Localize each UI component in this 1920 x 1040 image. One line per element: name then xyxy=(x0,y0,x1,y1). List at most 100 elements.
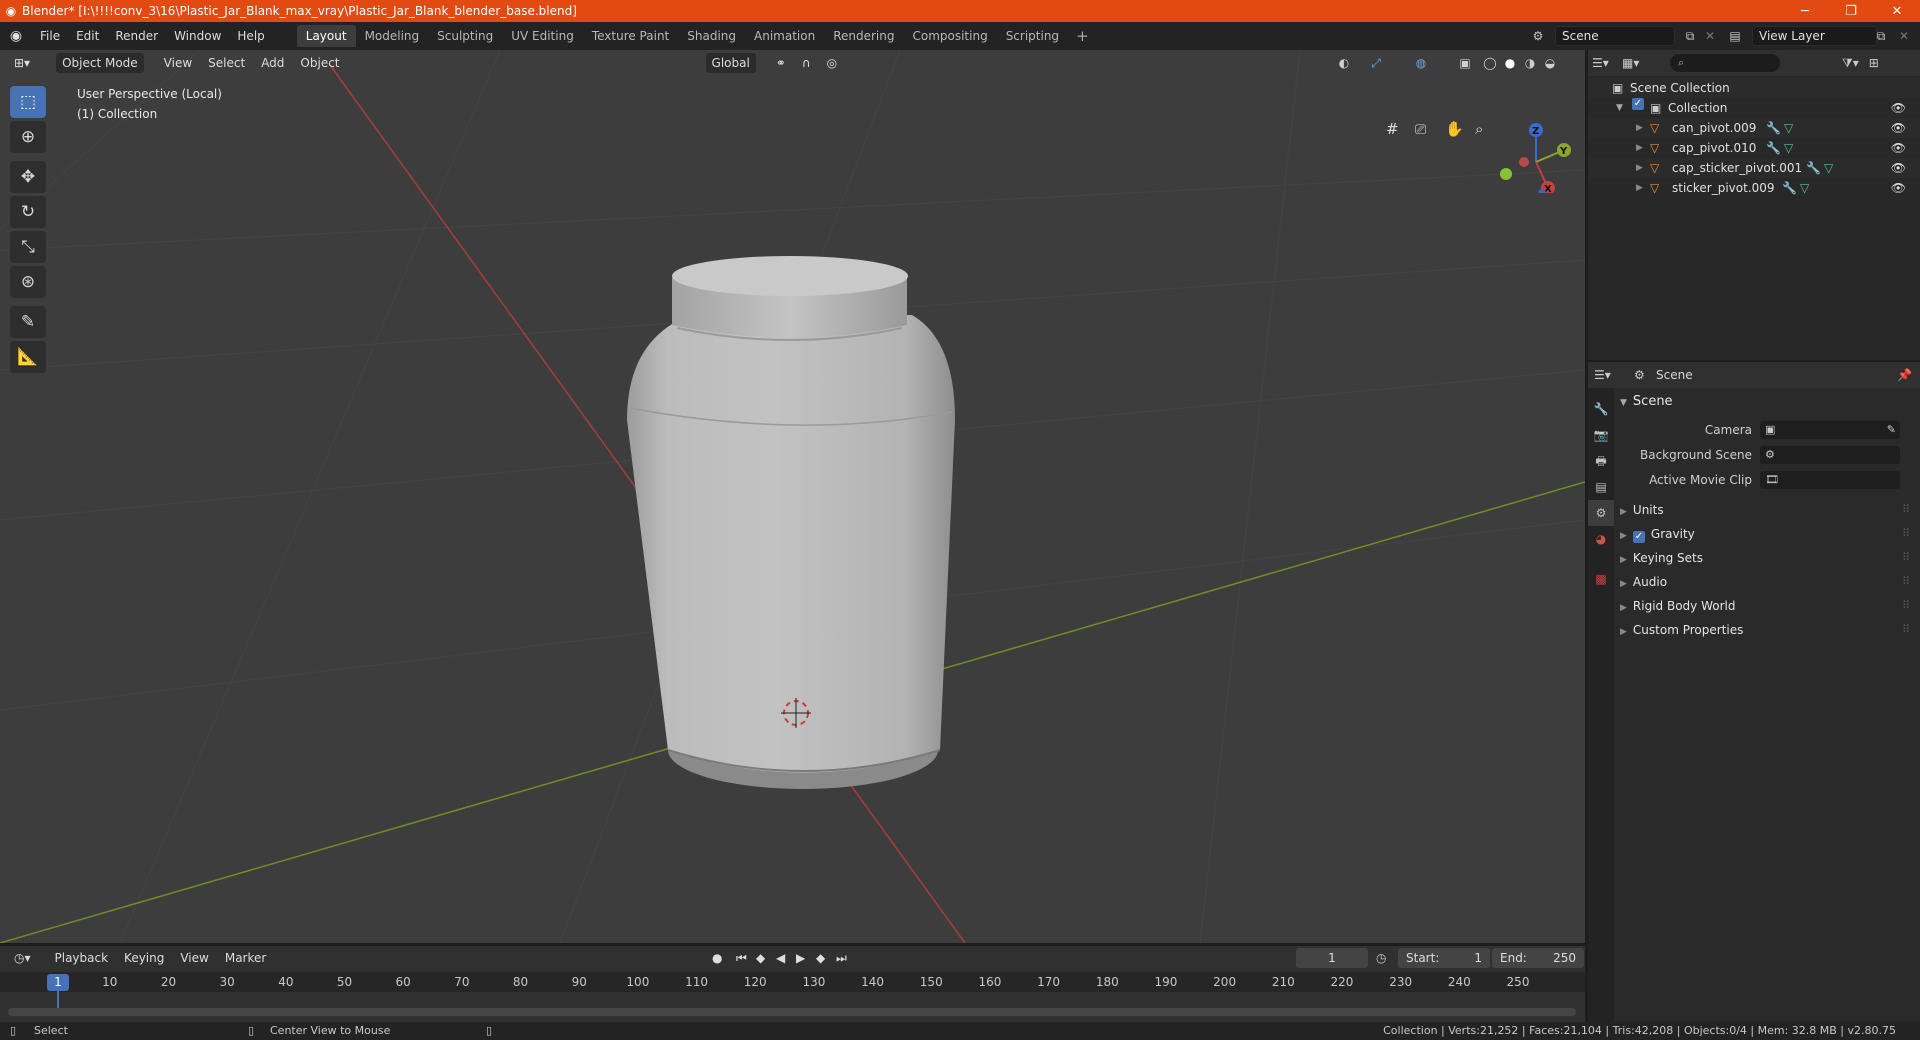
scale-tool-icon[interactable]: ⤡ xyxy=(10,231,46,263)
eye-icon[interactable]: 👁 xyxy=(1891,158,1906,178)
gizmo-toggle-icon[interactable]: ⤢ xyxy=(1365,53,1387,73)
pivot-point-icon[interactable]: ⚭ xyxy=(770,53,792,73)
workspace-tab-modeling[interactable]: Modeling xyxy=(356,25,429,47)
workspace-tab-shading[interactable]: Shading xyxy=(678,25,745,47)
menu-edit[interactable]: Edit xyxy=(68,29,107,43)
mesh-data-icon[interactable]: ▽ xyxy=(1800,178,1809,198)
viewport-menu-object[interactable]: Object xyxy=(294,53,345,73)
outliner-row-collection[interactable]: ▼ ✓ ▣ Collection 👁 xyxy=(1588,98,1920,118)
measure-tool-icon[interactable]: 📐 xyxy=(10,341,46,373)
timeline-menu-view[interactable]: View xyxy=(174,948,214,968)
scene-browse-icon[interactable]: ⚙ xyxy=(1528,26,1548,46)
expand-icon[interactable]: ▶ xyxy=(1636,178,1643,198)
menu-render[interactable]: Render xyxy=(107,29,166,43)
collection-checkbox[interactable]: ✓ xyxy=(1632,98,1644,110)
object-mode-dropdown[interactable]: Object Mode xyxy=(56,53,144,73)
delete-scene-icon[interactable]: ✕ xyxy=(1700,26,1720,46)
mesh-data-icon[interactable]: ▽ xyxy=(1784,118,1793,138)
workspace-tab-layout[interactable]: Layout xyxy=(296,25,356,47)
render-tab-icon[interactable]: 📷 xyxy=(1588,422,1614,448)
camera-field[interactable]: ▣ ✎ xyxy=(1760,421,1900,439)
delete-view-layer-icon[interactable]: ✕ xyxy=(1894,26,1914,46)
minimize-button[interactable]: ─ xyxy=(1782,4,1828,19)
play-reverse-icon[interactable]: ◀ xyxy=(776,948,785,968)
overlays-icon[interactable]: ◍ xyxy=(1410,53,1432,73)
eye-icon[interactable]: 👁 xyxy=(1891,118,1906,138)
editor-type-icon[interactable]: ⊞▾ xyxy=(8,53,36,73)
audio-section-header[interactable]: ▶ Audio ⠿ xyxy=(1620,570,1916,594)
active-movie-clip-field[interactable]: 🎞 xyxy=(1760,471,1900,489)
frame-ruler[interactable]: 10 20 30 40 50 60 70 80 90 100 110 120 130 140 150 160 1… xyxy=(0,972,1585,992)
collapse-icon[interactable]: ▼ xyxy=(1616,98,1623,118)
timeline-scrollbar[interactable] xyxy=(8,1008,1576,1016)
viewport-menu-view[interactable]: View xyxy=(158,53,198,73)
expand-icon[interactable]: ▶ xyxy=(1636,138,1643,158)
rigid-body-world-section-header[interactable]: ▶ Rigid Body World ⠿ xyxy=(1620,594,1916,618)
proportional-edit-icon[interactable]: ◎ xyxy=(821,53,843,73)
workspace-tab-sculpting[interactable]: Sculpting xyxy=(428,25,502,47)
pin-icon[interactable]: 📌 xyxy=(1897,368,1912,382)
next-keyframe-icon[interactable]: ◆ xyxy=(816,948,825,968)
tool-tab-icon[interactable]: 🔧 xyxy=(1588,396,1614,422)
eyedropper-icon[interactable]: ✎ xyxy=(1887,421,1896,439)
timeline-menu-playback[interactable]: Playback xyxy=(49,948,115,968)
workspace-tab-texture-paint[interactable]: Texture Paint xyxy=(583,25,678,47)
outliner-row-object[interactable]: ▶ ▽ can_pivot.009 🔧 ▽ 👁 xyxy=(1588,118,1920,138)
outliner-editor-type-icon[interactable]: ☰▾ xyxy=(1592,56,1622,70)
modifier-icon[interactable]: 🔧 xyxy=(1782,178,1797,198)
3d-viewport[interactable]: ⊞▾ Object Mode View Select Add Object Gl… xyxy=(0,50,1585,943)
modifier-icon[interactable]: 🔧 xyxy=(1766,138,1781,158)
playhead-frame-indicator[interactable]: 1 xyxy=(47,974,69,991)
menu-help[interactable]: Help xyxy=(229,29,272,43)
menu-window[interactable]: Window xyxy=(166,29,229,43)
camera-view-icon[interactable]: ⎚ xyxy=(1415,122,1426,138)
units-section-header[interactable]: ▶ Units ⠿ xyxy=(1620,498,1916,522)
filter-icon[interactable]: ⧩▾ xyxy=(1842,56,1859,71)
play-icon[interactable]: ▶ xyxy=(796,948,805,968)
new-scene-icon[interactable]: ⧉ xyxy=(1680,26,1700,46)
snap-icon[interactable]: ∩ xyxy=(796,53,817,73)
gravity-checkbox[interactable]: ✓ xyxy=(1632,531,1645,543)
output-tab-icon[interactable]: 🖶 xyxy=(1588,448,1614,474)
scene-section-header[interactable]: ▼ Scene xyxy=(1620,390,1916,414)
timeline-editor-type-icon[interactable]: ◷▾ xyxy=(8,948,37,968)
move-tool-icon[interactable]: ✥ xyxy=(10,161,46,193)
gizmo-neg-x-axis[interactable] xyxy=(1519,157,1529,167)
visibility-icon[interactable]: ◐ xyxy=(1333,53,1355,73)
transform-orientation-dropdown[interactable]: Global xyxy=(705,53,756,73)
background-scene-field[interactable]: ⚙ xyxy=(1760,446,1900,464)
current-frame-field[interactable]: 1 xyxy=(1296,948,1368,968)
menu-file[interactable]: File xyxy=(32,29,68,43)
custom-properties-section-header[interactable]: ▶ Custom Properties ⠿ xyxy=(1620,618,1916,642)
material-shading-icon[interactable]: ◑ xyxy=(1519,53,1541,73)
expand-icon[interactable]: ▶ xyxy=(1636,118,1643,138)
modifier-icon[interactable]: 🔧 xyxy=(1806,158,1821,178)
navigation-gizmo[interactable]: # ⎚ ✋ ⌕ Z Y X xyxy=(1372,78,1572,193)
viewport-menu-select[interactable]: Select xyxy=(202,53,251,73)
end-frame-field[interactable]: End: 250 xyxy=(1492,948,1584,968)
workspace-tab-rendering[interactable]: Rendering xyxy=(824,25,903,47)
xray-icon[interactable]: ▣ xyxy=(1454,53,1476,73)
scene-selector[interactable]: Scene xyxy=(1555,26,1675,46)
select-box-tool-icon[interactable]: ⬚ xyxy=(10,86,46,118)
rendered-shading-icon[interactable]: ◒ xyxy=(1539,53,1561,73)
mesh-data-icon[interactable]: ▽ xyxy=(1784,138,1793,158)
world-tab-icon[interactable]: ◕ xyxy=(1588,526,1614,552)
record-icon[interactable]: ● xyxy=(712,948,722,968)
view-layer-browse-icon[interactable]: ▤ xyxy=(1725,26,1745,46)
gravity-section-header[interactable]: ▶ ✓ Gravity ⠿ xyxy=(1620,522,1916,546)
properties-editor-type-icon[interactable]: ☰▾ xyxy=(1594,368,1634,382)
transform-tool-icon[interactable]: ⊛ xyxy=(10,266,46,298)
outliner-row-object[interactable]: ▶ ▽ cap_sticker_pivot.001 🔧 ▽ 👁 xyxy=(1588,158,1920,178)
maximize-button[interactable]: ❐ xyxy=(1828,4,1874,19)
timeline-menu-keying[interactable]: Keying xyxy=(118,948,170,968)
blender-menu-icon[interactable]: ◉ xyxy=(0,28,32,44)
zoom-view-icon[interactable]: ⌕ xyxy=(1475,120,1483,138)
outliner-search-input[interactable]: ⌕ xyxy=(1670,54,1780,72)
workspace-tab-compositing[interactable]: Compositing xyxy=(903,25,996,47)
mesh-data-icon[interactable]: ▽ xyxy=(1824,158,1833,178)
annotate-tool-icon[interactable]: ✎ xyxy=(10,306,46,338)
viewport-menu-add[interactable]: Add xyxy=(255,53,290,73)
keying-sets-section-header[interactable]: ▶ Keying Sets ⠿ xyxy=(1620,546,1916,570)
preview-range-icon[interactable]: ◷ xyxy=(1376,948,1386,968)
